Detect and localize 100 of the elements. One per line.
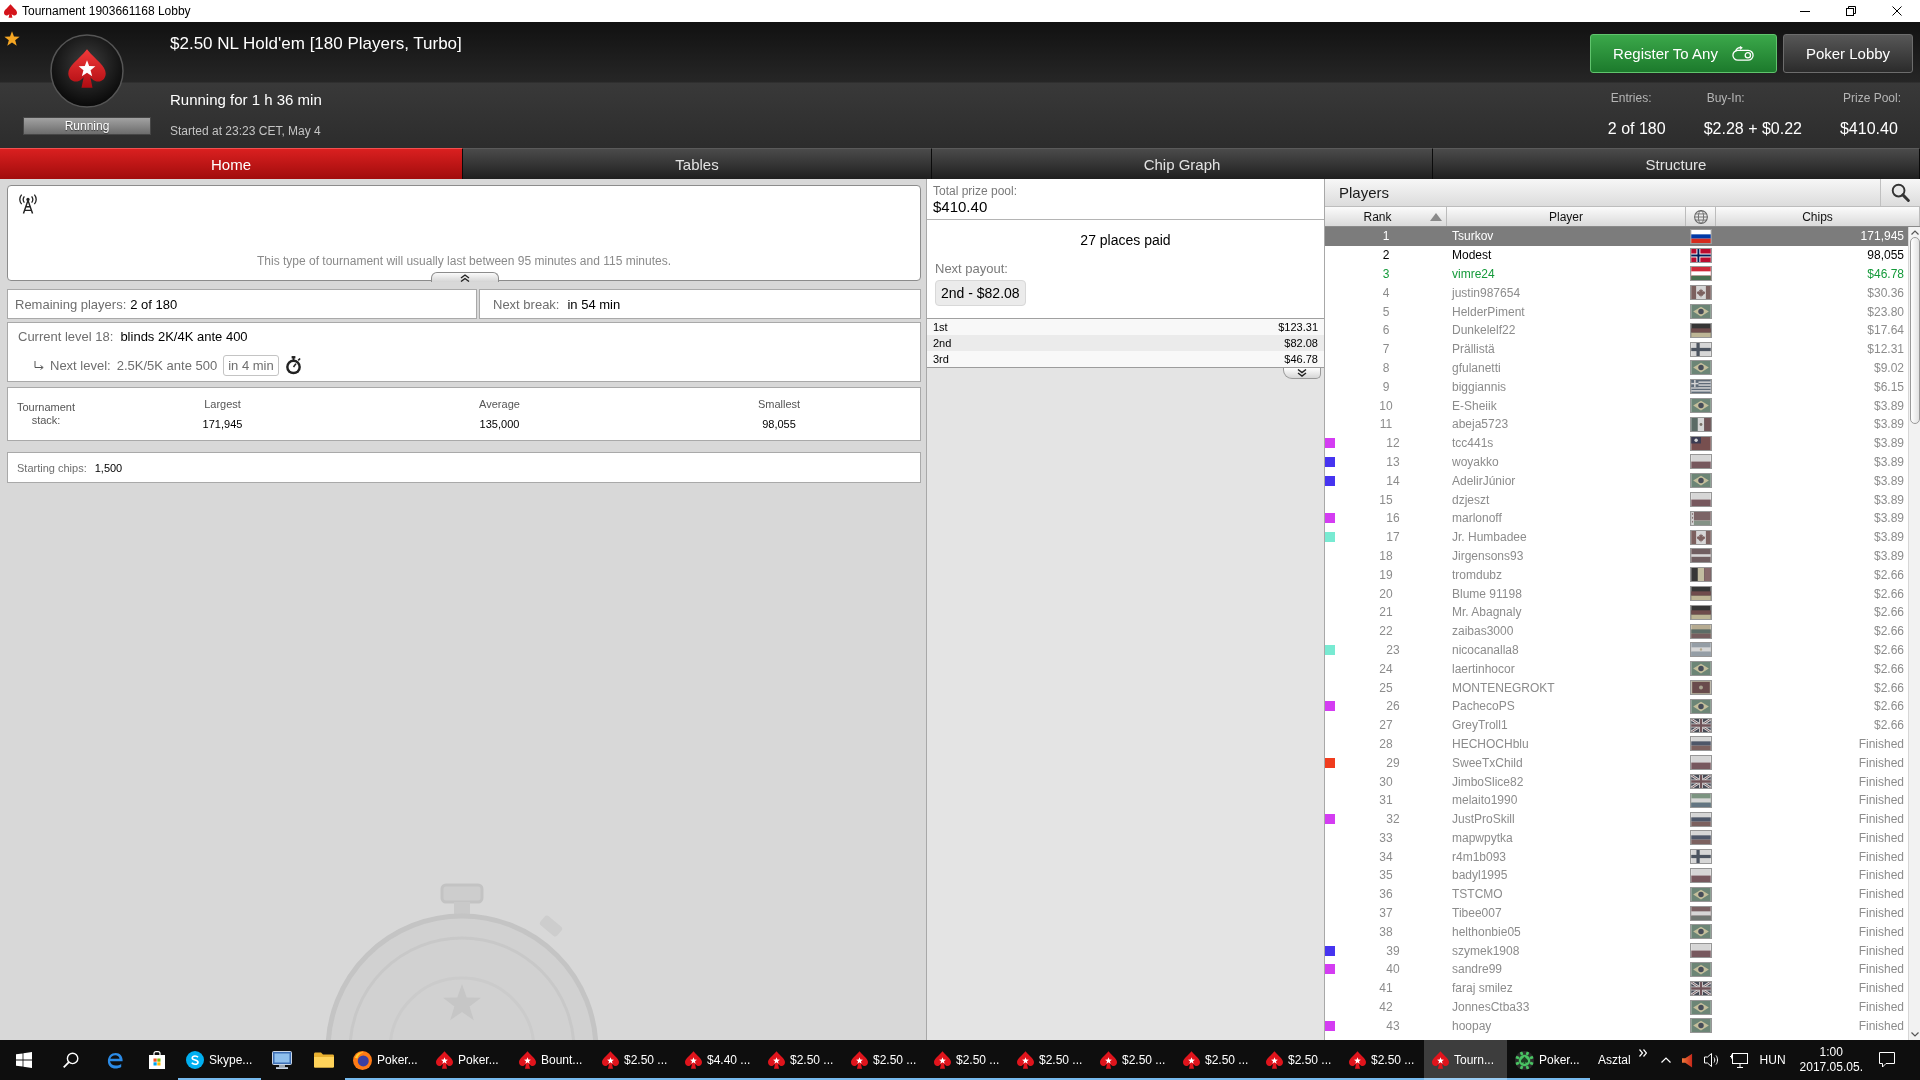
language-indicator[interactable]: HUN (1759, 1053, 1786, 1067)
player-row[interactable]: 21 Mr. Abagnaly $2.66 (1325, 602, 1908, 622)
taskbar-button[interactable]: $4.40 ... (677, 1040, 760, 1080)
chevron-up-icon[interactable] (1660, 1057, 1671, 1063)
player-row[interactable]: 11 abeja5723 $3.89 (1325, 414, 1908, 434)
tab[interactable]: Structure (1433, 148, 1920, 179)
close-icon[interactable] (1892, 6, 1902, 16)
lobby-button[interactable]: Poker Lobby (1783, 34, 1913, 73)
player-row[interactable]: 9 biggiannis $6.15 (1325, 377, 1908, 397)
register-button[interactable]: Register To Any (1590, 34, 1777, 73)
column-header[interactable]: Rank (1325, 207, 1447, 226)
spade-icon (4, 4, 17, 18)
player-row[interactable]: 17 Jr. Humbadee $3.89 (1325, 527, 1908, 547)
player-row[interactable]: 5 HelderPiment $23.80 (1325, 302, 1908, 321)
taskbar-button[interactable]: Poker... (345, 1040, 428, 1080)
player-row[interactable]: 37 Tibee007 Finished (1325, 903, 1908, 923)
player-row[interactable]: 23 nicocanalla8 $2.66 (1325, 640, 1908, 660)
taskbar-button[interactable]: Skype... (178, 1040, 261, 1080)
taskbar-button[interactable]: Bount... (511, 1040, 594, 1080)
player-row[interactable]: 16 marlonoff $3.89 (1325, 508, 1908, 528)
search-icon[interactable] (62, 1052, 79, 1068)
player-row[interactable]: 4 justin987654 $30.36 (1325, 283, 1908, 303)
player-row[interactable]: 33 mapwpytka Finished (1325, 828, 1908, 848)
player-row[interactable]: 36 TSTCMO Finished (1325, 884, 1908, 904)
player-row[interactable]: 2 Modest 98,055 (1325, 245, 1908, 265)
belarus-flag-icon (1690, 510, 1712, 526)
rank-cell-text: 5 (1381, 304, 1391, 319)
player-row[interactable]: 25 MONTENEGROKT $2.66 (1325, 678, 1908, 697)
player-row[interactable]: 6 Dunkelelf22 $17.64 (1325, 321, 1908, 340)
taskbar-button[interactable]: Tourn... (1424, 1040, 1507, 1080)
stat-label: Buy-In: (1705, 91, 1746, 105)
taskbar-button[interactable]: $2.50 ... (843, 1040, 926, 1080)
player-row[interactable]: 41 faraj smilez Finished (1325, 978, 1908, 998)
player-row[interactable]: 42 JonnesCtba33 Finished (1325, 997, 1908, 1017)
player-row[interactable]: 14 AdelirJúnior $3.89 (1325, 471, 1908, 491)
minimize-icon[interactable] (1800, 10, 1810, 12)
player-row[interactable]: 30 JimboSlice82 Finished (1325, 772, 1908, 791)
scroll-up-icon[interactable] (1910, 230, 1919, 235)
clock-button[interactable]: 1:00 2017.05.05. (1795, 1045, 1867, 1075)
union-jack-flag-icon (1690, 980, 1712, 996)
taskbar-button[interactable]: $2.50 ... (760, 1040, 843, 1080)
speech-bubble-icon[interactable] (1879, 1052, 1895, 1068)
player-row[interactable]: 12 tcc441s $3.89 (1325, 433, 1908, 453)
player-row[interactable]: 38 helthonbie05 Finished (1325, 922, 1908, 942)
double-chevron-right-icon[interactable] (1638, 1049, 1647, 1057)
taskbar-button[interactable]: Poker... (428, 1040, 511, 1080)
tab[interactable]: Home (0, 148, 463, 179)
player-row[interactable]: 8 gfulanetti $9.02 (1325, 358, 1908, 378)
player-row[interactable]: 39 szymek1908 Finished (1325, 941, 1908, 961)
taskbar-button[interactable]: $2.50 ... (1258, 1040, 1341, 1080)
taskbar-button[interactable]: $2.50 ... (1175, 1040, 1258, 1080)
taskbar-button[interactable]: $2.50 ... (1009, 1040, 1092, 1080)
player-row[interactable]: 19 tromdubz $2.66 (1325, 565, 1908, 585)
monitor-icon[interactable] (272, 1051, 292, 1069)
player-row[interactable]: 1 Tsurkov 171,945 (1325, 227, 1908, 246)
player-row[interactable]: 3 vimre24 $46.78 (1325, 264, 1908, 284)
player-row[interactable]: 13 woyakko $3.89 (1325, 452, 1908, 472)
player-name: melaito1990 (1451, 793, 1519, 808)
taskbar-button[interactable]: $2.50 ... (926, 1040, 1009, 1080)
player-row[interactable]: 18 Jirgensons93 $3.89 (1325, 546, 1908, 566)
speaker-cone-icon[interactable] (1681, 1052, 1693, 1068)
player-row[interactable]: 29 SweeTxChild Finished (1325, 753, 1908, 773)
scrollbar[interactable] (1908, 227, 1920, 1040)
player-row[interactable]: 7 Prällistä $12.31 (1325, 339, 1908, 359)
tab[interactable]: Tables (463, 148, 932, 179)
collapse-button[interactable] (431, 272, 499, 282)
player-row[interactable]: 26 PachecoPS $2.66 (1325, 696, 1908, 716)
column-header[interactable]: Player (1447, 207, 1686, 226)
taskbar-button[interactable]: $2.50 ... (1341, 1040, 1424, 1080)
monitor-plug-icon[interactable] (1729, 1052, 1748, 1068)
column-header[interactable]: Chips (1716, 207, 1920, 226)
tab[interactable]: Chip Graph (932, 148, 1433, 179)
spade-star-icon (602, 1051, 619, 1069)
folder-icon[interactable] (314, 1052, 334, 1068)
player-row[interactable]: 15 dzjeszt $3.89 (1325, 490, 1908, 509)
player-row[interactable]: 43 hoopay Finished (1325, 1016, 1908, 1036)
restore-icon[interactable] (1846, 6, 1856, 16)
star-icon[interactable] (4, 31, 20, 46)
expand-button[interactable] (1283, 368, 1321, 379)
player-row[interactable]: 10 E-Sheiik $3.89 (1325, 396, 1908, 415)
speaker-icon[interactable] (1703, 1052, 1719, 1068)
player-row[interactable]: 40 sandre99 Finished (1325, 960, 1908, 979)
player-row[interactable]: 20 Blume 91198 $2.66 (1325, 584, 1908, 603)
taskbar-button[interactable]: $2.50 ... (594, 1040, 677, 1080)
desktop-toolbar-label[interactable]: Asztal (1597, 1053, 1631, 1067)
player-row[interactable]: 28 HECHOCHblu Finished (1325, 734, 1908, 754)
scrollbar-thumb[interactable] (1909, 237, 1920, 424)
windows-logo-icon[interactable] (15, 1052, 32, 1068)
scroll-down-icon[interactable] (1910, 1032, 1919, 1037)
shopping-bag-icon[interactable] (148, 1051, 166, 1069)
taskbar-button[interactable]: $2.50 ... (1092, 1040, 1175, 1080)
player-row[interactable]: 22 zaibas3000 $2.66 (1325, 621, 1908, 641)
player-row[interactable]: 24 laertinhocor $2.66 (1325, 659, 1908, 679)
taskbar-button[interactable]: Poker... (1507, 1040, 1590, 1080)
e-logo-icon[interactable] (105, 1050, 125, 1070)
player-row[interactable]: 35 badyl1995 Finished (1325, 866, 1908, 885)
player-row[interactable]: 32 JustProSkill Finished (1325, 809, 1908, 829)
player-row[interactable]: 31 melaito1990 Finished (1325, 790, 1908, 810)
player-row[interactable]: 34 r4m1b093 Finished (1325, 847, 1908, 867)
player-row[interactable]: 27 GreyTroll1 $2.66 (1325, 715, 1908, 735)
